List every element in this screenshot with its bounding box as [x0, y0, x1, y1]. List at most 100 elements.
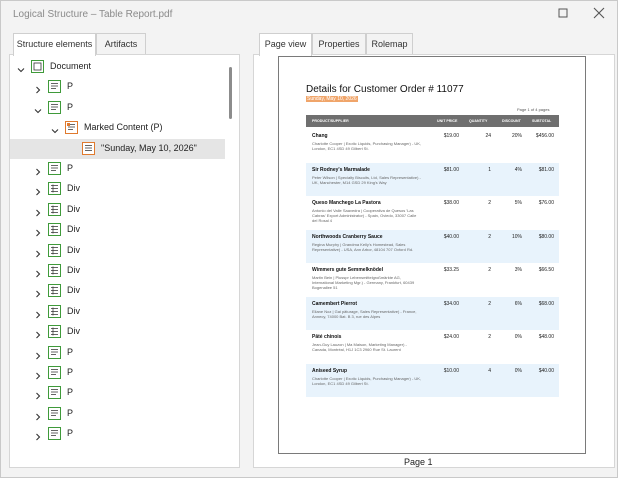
supplier-info: Antonio del Valle Saavedra | Cooperativa… — [312, 208, 417, 223]
div-icon — [48, 182, 61, 196]
chevron-right-icon[interactable] — [33, 429, 43, 441]
tree-node-label: P — [67, 81, 74, 92]
paragraph-icon — [48, 366, 61, 379]
tree-node[interactable]: Div — [10, 281, 225, 301]
close-button[interactable] — [589, 5, 609, 23]
tree-node[interactable]: P — [10, 343, 225, 363]
quantity: 2 — [488, 334, 491, 340]
tree-node-label: "Sunday, May 10, 2026" — [101, 142, 197, 153]
maximize-icon — [558, 8, 568, 18]
tree-node[interactable]: Document — [10, 57, 225, 77]
tree-node[interactable]: P — [10, 77, 225, 97]
subtotal: $76.00 — [538, 200, 554, 206]
column-header-unit-price: UNIT PRICE — [437, 119, 458, 123]
tree-node[interactable]: Div — [10, 302, 225, 322]
subtotal: $66.50 — [538, 267, 554, 273]
unit-price: $38.00 — [443, 200, 459, 206]
product-name: Chang — [312, 133, 328, 139]
chevron-down-icon[interactable] — [16, 62, 26, 73]
discount: 4% — [514, 166, 522, 173]
page-preview: Details for Customer Order # 11077 Sunda… — [278, 56, 586, 454]
preview-date-highlight[interactable]: Sunday, May 10, 2026 — [306, 96, 358, 102]
chevron-right-icon[interactable] — [33, 327, 43, 339]
tab-structure-elements[interactable]: Structure elements — [13, 33, 96, 56]
maximize-button[interactable] — [553, 5, 573, 23]
structure-tree-panel[interactable]: Document P P Marked Content (P) "Sunday, May… — [9, 54, 240, 468]
subtotal: $48.00 — [538, 334, 554, 340]
product-name: Sir Rodney's Marmalade — [312, 166, 370, 173]
tree-node[interactable]: Div — [10, 200, 225, 220]
tree-node[interactable]: P — [10, 383, 225, 403]
chevron-right-icon[interactable] — [33, 164, 43, 176]
discount: 3% — [514, 267, 522, 273]
column-header-discount: DISCOUNT — [502, 119, 521, 123]
document-icon — [31, 60, 44, 73]
tree-node-label: P — [67, 101, 74, 112]
chevron-right-icon[interactable] — [33, 82, 43, 94]
quantity: 24 — [485, 133, 491, 139]
chevron-right-icon[interactable] — [33, 286, 43, 298]
discount: 0% — [514, 367, 522, 374]
unit-price: $24.00 — [443, 334, 459, 340]
div-icon — [48, 264, 61, 277]
chevron-right-icon[interactable] — [33, 225, 43, 237]
tree-node-label: Div — [67, 305, 80, 316]
tree-node[interactable]: Div — [10, 261, 225, 281]
unit-price: $81.00 — [443, 166, 459, 173]
tree-node[interactable]: Div — [10, 179, 225, 199]
quantity: 2 — [488, 200, 491, 206]
tree-node[interactable]: Div — [10, 241, 225, 261]
quantity: 2 — [488, 267, 491, 273]
chevron-right-icon[interactable] — [33, 409, 43, 421]
product-name: Pâté chinois — [312, 334, 342, 340]
supplier-info: Peter Wilson | Specialty Biscuits, Ltd, … — [312, 174, 421, 185]
table-header: PRODUCT/SUPPLIER UNIT PRICE QUANTITY DIS… — [306, 115, 559, 127]
tree-node[interactable]: Div — [10, 322, 225, 342]
tree-node-label: Marked Content (P) — [84, 122, 163, 133]
chevron-down-icon[interactable] — [50, 123, 60, 134]
tree-node[interactable]: P — [10, 363, 225, 383]
column-header-subtotal: SUBTOTAL — [532, 119, 552, 123]
discount: 20% — [511, 133, 522, 139]
product-name: Northwoods Cranberry Sauce — [312, 233, 383, 240]
subtotal: $40.00 — [538, 367, 554, 374]
table-row: Sir Rodney's Marmalade Peter Wilson | Spe… — [306, 162, 559, 196]
tree-node-label: Document — [50, 61, 92, 71]
chevron-right-icon[interactable] — [33, 205, 43, 217]
tree-node[interactable]: Div — [10, 220, 225, 240]
tab-properties[interactable]: Properties — [312, 33, 366, 54]
chevron-right-icon[interactable] — [33, 368, 43, 380]
tree-node[interactable]: "Sunday, May 10, 2026" — [10, 138, 225, 159]
chevron-right-icon[interactable] — [33, 246, 43, 257]
tab-rolemap[interactable]: Rolemap — [366, 33, 413, 54]
chevron-right-icon[interactable] — [33, 266, 43, 278]
tab-artifacts[interactable]: Artifacts — [96, 33, 146, 54]
chevron-right-icon[interactable] — [33, 184, 43, 196]
paragraph-icon — [48, 386, 61, 400]
tree-node-label: P — [67, 367, 74, 377]
tree-node-label: Div — [67, 203, 80, 214]
quantity: 2 — [488, 300, 491, 307]
tree-node[interactable]: P — [10, 424, 225, 444]
tree-node-label: Div — [67, 285, 80, 296]
tree-node[interactable]: P — [10, 404, 225, 424]
paragraph-icon — [48, 162, 61, 175]
tree-node[interactable]: P — [10, 98, 225, 118]
tree-node[interactable]: Marked Content (P) — [10, 118, 225, 138]
table-row: Aniseed Syrup Charlotte Cooper | Exotic L… — [306, 363, 559, 397]
tab-page-view[interactable]: Page view — [259, 33, 312, 56]
subtotal: $80.00 — [538, 233, 554, 240]
tree-node-label: Div — [67, 244, 80, 255]
subtotal: $81.00 — [538, 166, 554, 173]
chevron-right-icon[interactable] — [33, 348, 43, 359]
unit-price: $19.00 — [443, 133, 459, 139]
tree-node-label: P — [67, 346, 74, 357]
chevron-right-icon[interactable] — [33, 307, 43, 319]
tree-node[interactable]: P — [10, 159, 225, 179]
table-row: Queso Manchego La Pastora Antonio del Val… — [306, 196, 559, 229]
chevron-right-icon[interactable] — [33, 388, 43, 400]
paragraph-icon — [48, 427, 61, 441]
tree-scrollbar[interactable] — [229, 67, 232, 119]
unit-price: $34.00 — [443, 300, 459, 307]
chevron-down-icon[interactable] — [33, 103, 43, 114]
